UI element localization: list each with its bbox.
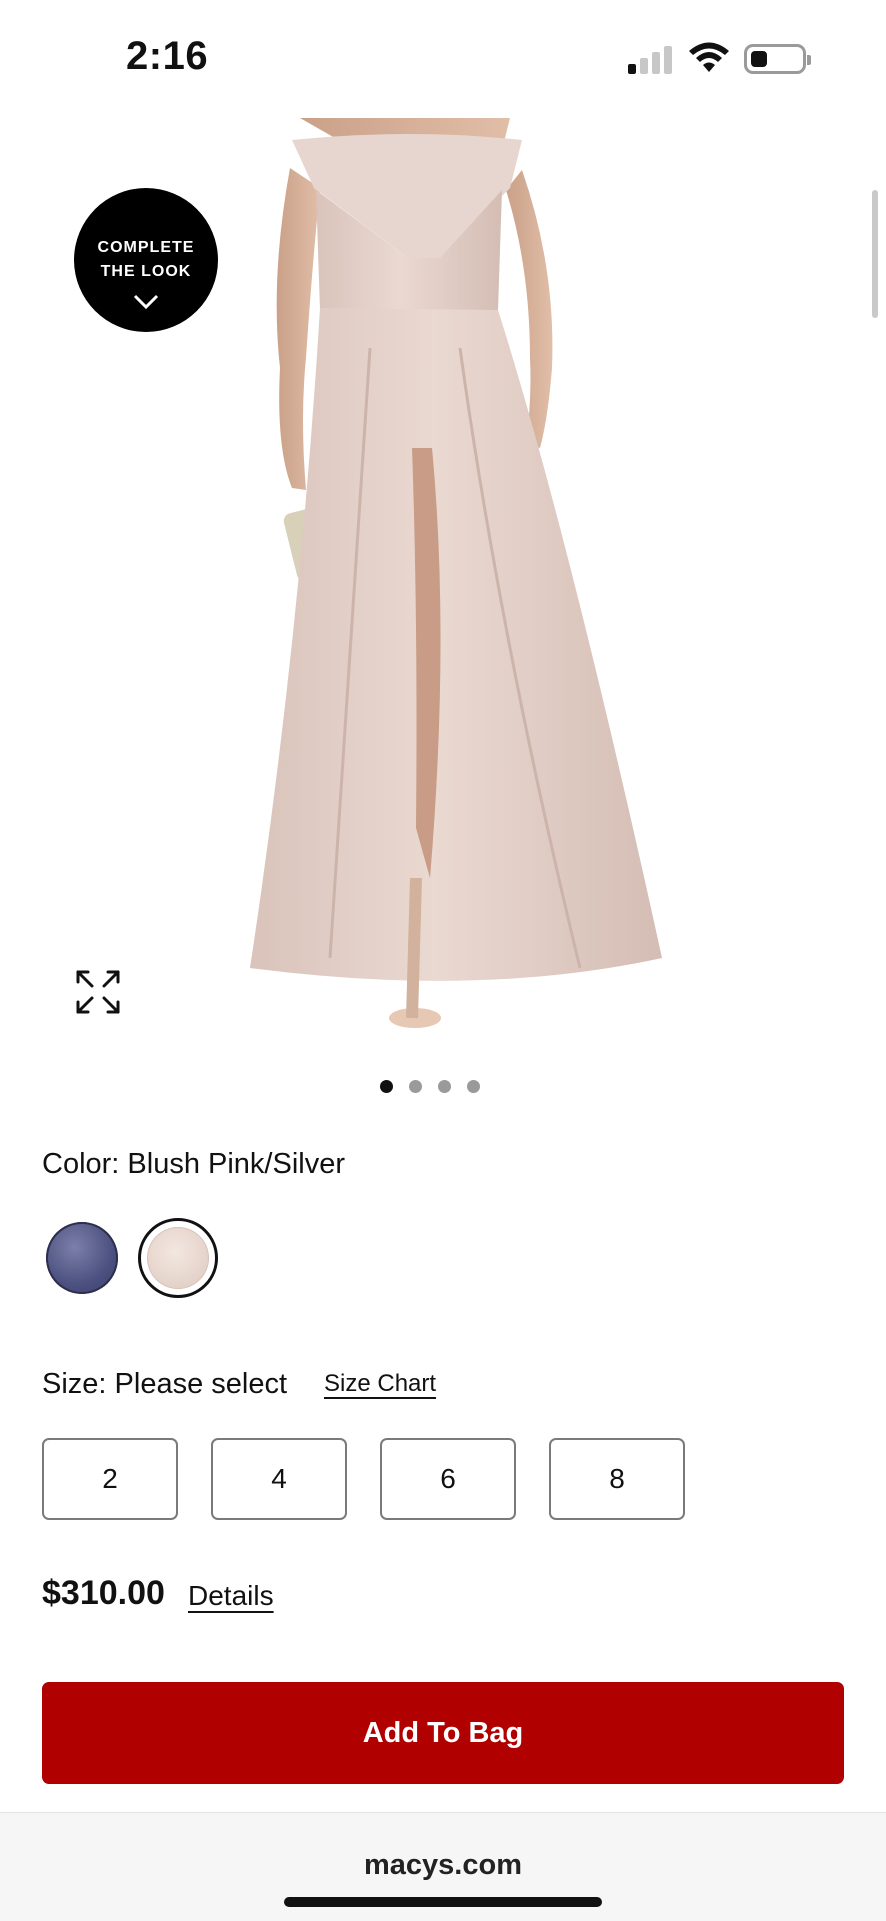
- color-label: Color: Blush Pink/Silver: [42, 1148, 345, 1180]
- cellular-signal-icon: [628, 44, 674, 74]
- home-indicator[interactable]: [284, 1897, 602, 1907]
- battery-icon: [744, 44, 811, 74]
- color-swatch-navy[interactable]: [46, 1222, 118, 1294]
- size-option-4[interactable]: 4: [211, 1438, 347, 1520]
- chevron-down-icon: [133, 294, 159, 310]
- size-option-2[interactable]: 2: [42, 1438, 178, 1520]
- product-image-carousel[interactable]: COMPLETE THE LOOK: [0, 118, 886, 1058]
- product-image: [250, 118, 662, 1028]
- details-link[interactable]: Details: [188, 1580, 274, 1612]
- carousel-dot[interactable]: [438, 1080, 451, 1093]
- size-option-8[interactable]: 8: [549, 1438, 685, 1520]
- browser-domain[interactable]: macys.com: [0, 1849, 886, 1882]
- size-option-6[interactable]: 6: [380, 1438, 516, 1520]
- size-label: Size: Please select: [42, 1368, 288, 1400]
- carousel-dot[interactable]: [467, 1080, 480, 1093]
- complete-the-look-button[interactable]: COMPLETE THE LOOK: [74, 188, 218, 332]
- status-time: 2:16: [126, 34, 209, 78]
- color-swatch-blush-pink-silver[interactable]: [138, 1218, 218, 1298]
- swatch-fill: [147, 1227, 209, 1289]
- add-to-bag-button[interactable]: Add To Bag: [42, 1682, 844, 1784]
- browser-address-bar[interactable]: macys.com: [0, 1812, 886, 1921]
- carousel-dot[interactable]: [409, 1080, 422, 1093]
- size-chart-link[interactable]: Size Chart: [324, 1370, 436, 1398]
- carousel-dots[interactable]: [380, 1080, 480, 1096]
- expand-icon[interactable]: [74, 968, 122, 1016]
- page-scrollbar[interactable]: [872, 190, 878, 318]
- carousel-dot[interactable]: [380, 1080, 393, 1093]
- status-bar: 2:16: [0, 0, 886, 118]
- price: $310.00: [42, 1574, 165, 1612]
- wifi-icon: [689, 42, 729, 72]
- complete-the-look-label: COMPLETE THE LOOK: [97, 239, 195, 280]
